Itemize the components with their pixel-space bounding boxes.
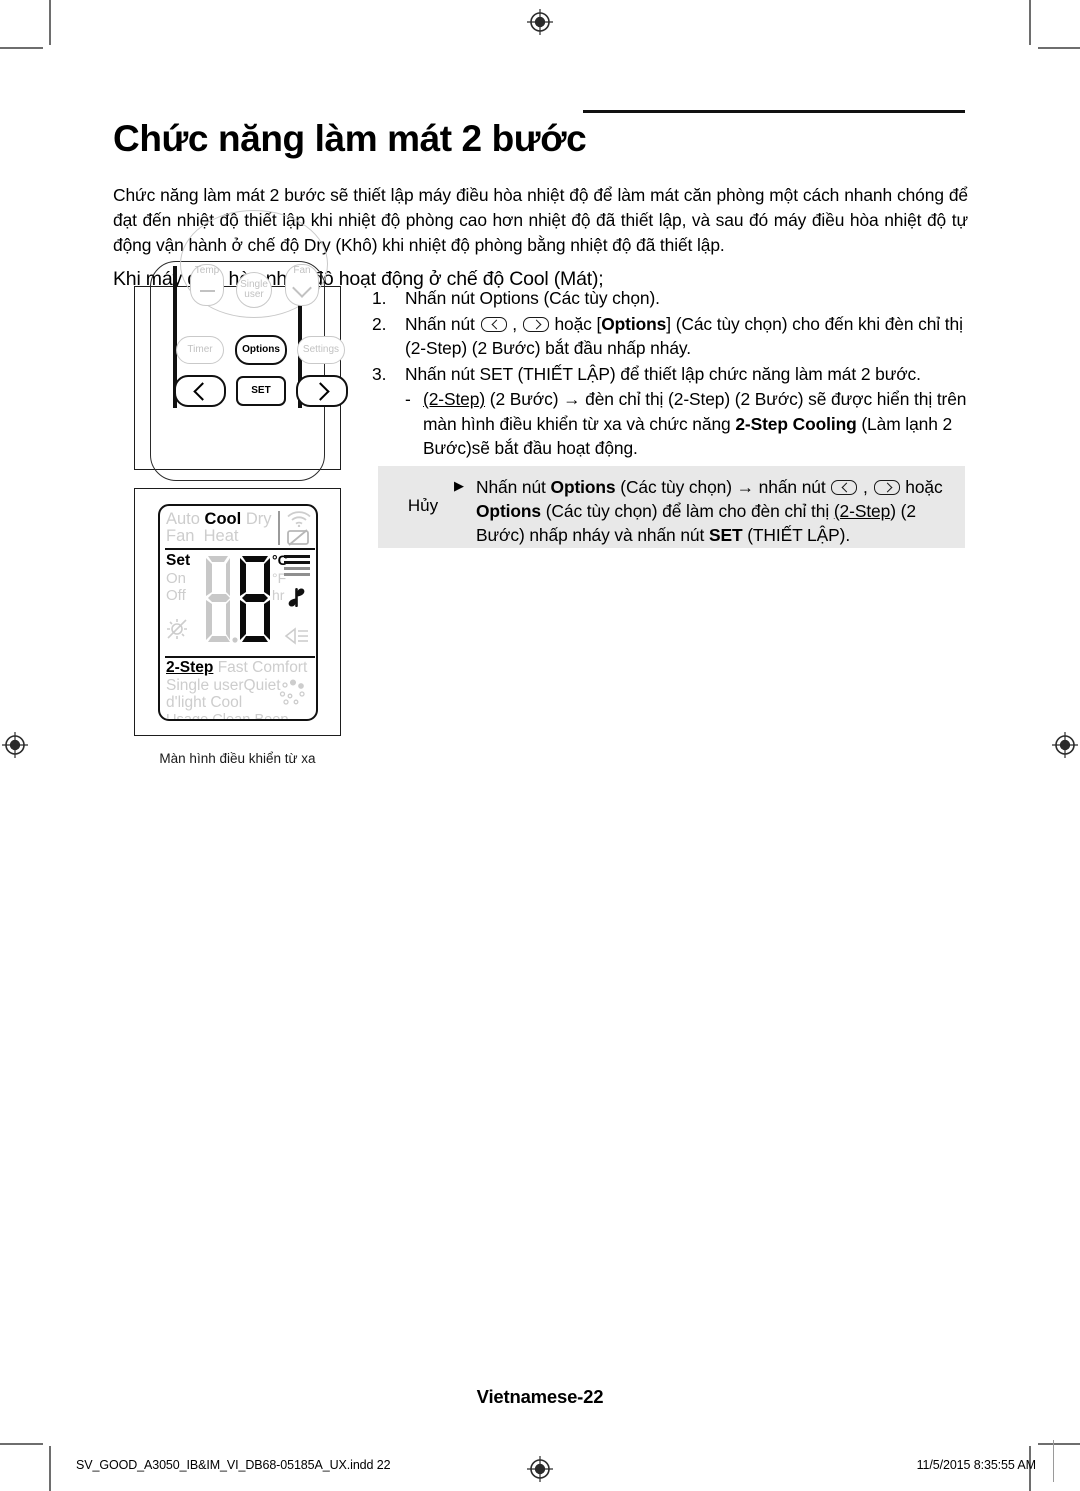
fan-button-label: Fan: [293, 265, 311, 276]
crop-mark-top-right-h: [1038, 47, 1080, 49]
manual-page: Chức năng làm mát 2 bước Chức năng làm m…: [0, 0, 1080, 1491]
step-text: Nhấn nút Options (Các tùy chọn).: [405, 288, 660, 308]
arrow-right-button-icon: [522, 316, 549, 332]
step-number: 2.: [372, 313, 387, 334]
display-off-icon: [286, 528, 310, 546]
chevron-left-icon: [192, 381, 212, 401]
air-swing-icon: [283, 624, 311, 648]
lcd-option-beep: Beep: [254, 711, 289, 721]
cancel-note-box: Hủy ▶ Nhấn nút Options (Các tùy chọn) → …: [378, 466, 965, 548]
page-number: Vietnamese-22: [476, 1386, 604, 1407]
options-button[interactable]: Options: [235, 335, 287, 365]
set-button-label: SET: [251, 384, 271, 396]
crop-mark-bottom-left-h: [0, 1443, 43, 1445]
remote-body-outline: Temp Fan Single user Timer Options Setti…: [150, 210, 348, 481]
lcd-label-on: On: [166, 569, 187, 587]
lcd-mode-cool: Cool: [204, 510, 242, 528]
sub-step-dash: -: [405, 389, 411, 409]
lcd-left-labels: Set On Off: [166, 552, 190, 605]
lcd-temperature-digits: [202, 552, 272, 648]
lcd-mode-auto: Auto: [166, 510, 200, 528]
lcd-option-dlight-cool: d'light Cool: [166, 694, 243, 712]
step-text: Nhấn nút , hoặc [Options] (Các tùy chọn)…: [405, 313, 963, 359]
cancel-label: Hủy: [407, 496, 439, 515]
fan-blade-icon: [283, 584, 310, 611]
lcd-option-comfort: Comfort: [252, 659, 308, 676]
lcd-screen: Auto Cool Dry Fan Heat Set On Off °C °F …: [158, 504, 318, 721]
instruction-steps: 1. Nhấn nút Options (Các tùy chọn). 2. N…: [372, 286, 972, 461]
fan-speed-bars-icon: [284, 555, 310, 579]
settings-button[interactable]: Settings: [297, 336, 345, 364]
crop-mark-bottom-left-v: [49, 1446, 51, 1491]
arrow-right-button[interactable]: [296, 375, 348, 407]
cancel-note-content: Nhấn nút Options (Các tùy chọn) → nhấn n…: [476, 477, 943, 545]
remote-buttons-figure: Temp Fan Single user Timer Options Setti…: [134, 210, 348, 481]
cancel-note-text: ▶ Nhấn nút Options (Các tùy chọn) → nhấn…: [454, 475, 952, 547]
step-item: 1. Nhấn nút Options (Các tùy chọn).: [372, 286, 972, 311]
minus-icon: [199, 289, 215, 293]
lcd-option-fast: Fast: [217, 659, 248, 676]
step-number: 1.: [372, 288, 387, 308]
lcd-vertical-divider: [278, 511, 280, 545]
lcd-option-2step: 2-Step: [166, 659, 214, 676]
step-text: Nhấn nút SET (THIẾT LẬP) để thiết lập ch…: [405, 363, 921, 384]
timer-button-label: Timer: [187, 343, 213, 355]
wifi-icon: [286, 510, 312, 528]
temp-button[interactable]: Temp: [190, 264, 224, 306]
arrow-right-button-icon: [873, 480, 900, 495]
single-user-button-label: Single user: [240, 278, 268, 300]
timer-button[interactable]: Timer: [176, 336, 224, 364]
lcd-options-row-1: 2-Step Fast Comfort: [166, 659, 316, 677]
lcd-option-single-user: Single user: [166, 676, 244, 694]
crop-mark-top-left-h: [0, 47, 43, 49]
crop-mark-bottom-right-h: [1038, 1443, 1080, 1445]
registration-mark-right: [1052, 732, 1078, 758]
lcd-option-quiet: Quiet: [243, 676, 281, 694]
lcd-option-usage: Usage: [166, 711, 209, 721]
lcd-divider-mid: [165, 656, 315, 658]
sun-sleep-icon: [166, 618, 188, 640]
arrow-left-button[interactable]: [174, 375, 226, 407]
crop-mark-top-left-v: [49, 0, 51, 45]
set-button[interactable]: SET: [236, 376, 286, 406]
lcd-mode-fan: Fan: [166, 527, 195, 545]
purify-dots-icon: [278, 678, 310, 710]
lcd-divider-top: [165, 548, 315, 550]
page-title: Chức năng làm mát 2 bước: [113, 117, 587, 159]
lcd-mode-dry: Dry: [245, 510, 272, 528]
fan-button[interactable]: Fan: [285, 264, 319, 306]
chevron-down-icon: [292, 278, 312, 298]
lcd-label-off: Off: [166, 587, 186, 604]
arrow-left-button-icon: [831, 480, 858, 495]
lcd-mode-heat: Heat: [203, 527, 239, 545]
lcd-option-clean: Clean: [212, 711, 251, 721]
registration-mark-bottom: [527, 1456, 553, 1482]
options-button-label: Options: [242, 343, 280, 355]
footer-timestamp: 11/5/2015 8:35:55 AM: [916, 1458, 1037, 1472]
lcd-options-row-4: Usage Clean Beep: [166, 711, 316, 721]
crop-mark-top-right-v: [1029, 0, 1031, 45]
footer-filename: SV_GOOD_A3050_IB&IM_VI_DB68-05185A_UX.in…: [76, 1458, 391, 1472]
lcd-label-set: Set: [166, 552, 191, 569]
single-user-button[interactable]: Single user: [236, 272, 272, 308]
sub-step-text: (2-Step) (2 Bước) → đèn chỉ thị (2-Step)…: [423, 389, 967, 458]
step-item: 3. Nhấn nút SET (THIẾT LẬP) để thiết lập…: [372, 362, 972, 387]
footer-rule: [1053, 1440, 1054, 1482]
registration-mark-left: [2, 732, 28, 758]
remote-lcd-figure: Auto Cool Dry Fan Heat Set On Off °C °F …: [134, 488, 341, 736]
registration-mark-top: [527, 9, 553, 35]
chevron-right-icon: [310, 381, 330, 401]
figure-caption: Màn hình điều khiển từ xa: [159, 751, 316, 766]
sub-step-item: - (2-Step) (2 Bước) → đèn chỉ thị (2-Ste…: [405, 387, 972, 461]
arrow-left-button-icon: [480, 316, 507, 332]
triangle-bullet-icon: ▶: [454, 478, 464, 493]
settings-button-label: Settings: [302, 343, 340, 355]
step-number: 3.: [372, 363, 387, 384]
title-rule: [583, 110, 965, 113]
step-item: 2. Nhấn nút , hoặc [Options] (Các tùy ch…: [372, 312, 972, 361]
temp-button-label: Temp: [194, 265, 220, 276]
